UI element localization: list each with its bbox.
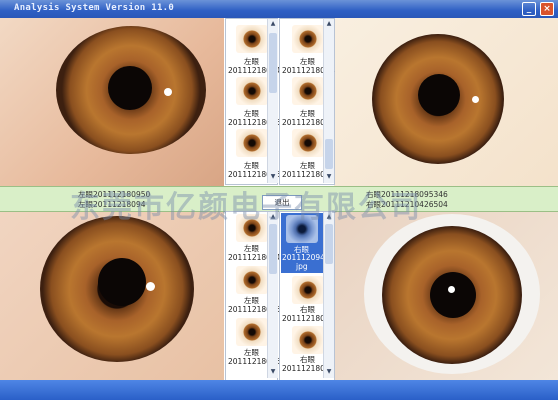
scroll-down-icon[interactable]: ▼ bbox=[269, 173, 277, 181]
eye-thumbnail-icon[interactable] bbox=[236, 25, 268, 53]
eye-thumbnail-icon[interactable] bbox=[292, 77, 324, 105]
glint-icon bbox=[448, 286, 455, 293]
eye-thumbnail-icon[interactable] bbox=[236, 129, 268, 157]
eye-thumbnail-icon[interactable] bbox=[236, 266, 268, 294]
glint-icon bbox=[146, 282, 155, 291]
scroll-down-icon[interactable]: ▼ bbox=[269, 368, 277, 376]
close-button[interactable]: × bbox=[540, 2, 554, 16]
scrollbar-thumb[interactable] bbox=[269, 224, 277, 274]
eye-image-top-left[interactable] bbox=[0, 18, 224, 186]
scrollbar[interactable]: ▲ ▼ bbox=[267, 19, 278, 183]
eye-image-bottom-right[interactable] bbox=[334, 210, 558, 380]
eye-thumbnail-icon[interactable] bbox=[236, 318, 268, 346]
scroll-down-icon[interactable]: ▼ bbox=[325, 368, 333, 376]
pupil-icon bbox=[98, 258, 146, 306]
eye-thumbnail-icon[interactable] bbox=[292, 326, 324, 354]
scrollbar-thumb[interactable] bbox=[325, 224, 333, 264]
scrollbar[interactable]: ▲ ▼ bbox=[323, 212, 334, 378]
title-bar: Analysis System Version 11.0 _ × bbox=[0, 0, 558, 18]
eye-thumbnail-icon[interactable] bbox=[236, 77, 268, 105]
scrollbar-thumb[interactable] bbox=[325, 139, 333, 169]
scrollbar[interactable]: ▲ ▼ bbox=[323, 19, 334, 183]
pupil-icon bbox=[418, 74, 460, 116]
scroll-down-icon[interactable]: ▼ bbox=[325, 173, 333, 181]
eye-thumbnail-icon[interactable] bbox=[292, 25, 324, 53]
scrollbar[interactable]: ▲ ▼ bbox=[267, 212, 278, 378]
scroll-up-icon[interactable]: ▲ bbox=[269, 20, 277, 28]
glint-icon bbox=[164, 88, 172, 96]
watermark: 东莞市亿颜电子有限公司 bbox=[70, 190, 422, 225]
pupil-icon bbox=[430, 272, 476, 318]
eye-thumbnail-icon[interactable] bbox=[292, 129, 324, 157]
scroll-up-icon[interactable]: ▲ bbox=[325, 20, 333, 28]
minimize-button[interactable]: _ bbox=[522, 2, 536, 16]
pupil-icon bbox=[108, 66, 152, 110]
taskbar bbox=[0, 380, 558, 400]
eye-image-bottom-left[interactable] bbox=[0, 210, 224, 380]
window-title: Analysis System Version 11.0 bbox=[14, 3, 175, 13]
eye-image-top-right[interactable] bbox=[334, 18, 558, 186]
thumbnail-ext: jpg bbox=[296, 262, 308, 271]
scrollbar-thumb[interactable] bbox=[269, 33, 277, 93]
eye-thumbnail-icon[interactable] bbox=[292, 276, 324, 304]
glint-icon bbox=[472, 96, 479, 103]
